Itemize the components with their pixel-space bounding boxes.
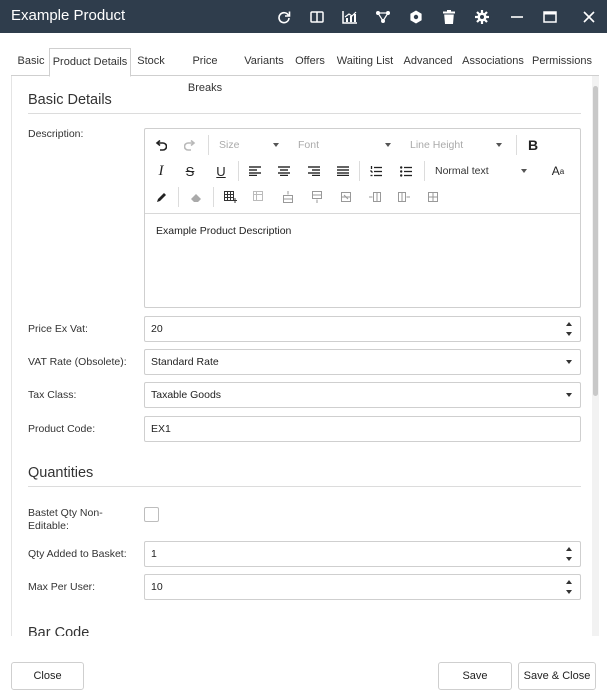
price-label: Price Ex Vat: xyxy=(28,323,88,335)
close-icon[interactable] xyxy=(572,0,605,33)
maximize-icon[interactable] xyxy=(533,0,566,33)
bar-code-heading: Bar Code xyxy=(28,625,90,636)
tax-class-label: Tax Class: xyxy=(28,389,77,401)
bold-icon[interactable]: B xyxy=(522,135,544,155)
basket-qty-label: Bastet Qty Non- Editable: xyxy=(28,507,103,532)
max-per-user-input[interactable]: 10 xyxy=(144,574,581,600)
product-code-input[interactable]: EX1 xyxy=(144,416,581,442)
chevron-down-icon xyxy=(566,590,572,594)
eraser-icon[interactable] xyxy=(185,187,207,207)
settings-icon[interactable] xyxy=(465,0,498,33)
quantities-heading: Quantities xyxy=(28,465,94,481)
title-bar: Example Product xyxy=(0,0,607,33)
chevron-down-icon xyxy=(566,393,572,397)
qty-added-input[interactable]: 1 xyxy=(144,541,581,567)
align-left-icon[interactable] xyxy=(244,161,266,181)
bullet-list-icon[interactable] xyxy=(395,161,417,181)
product-code-label: Product Code: xyxy=(28,423,96,435)
description-label: Description: xyxy=(28,128,84,140)
trash-icon[interactable] xyxy=(432,0,465,33)
row-delete-icon[interactable] xyxy=(335,187,357,207)
tab-stock[interactable]: Stock xyxy=(135,48,167,76)
vat-rate-label: VAT Rate (Obsolete): xyxy=(28,356,127,368)
chevron-down-icon xyxy=(273,143,279,147)
text-case-icon[interactable]: Aa xyxy=(547,161,569,181)
price-stepper[interactable] xyxy=(566,321,574,337)
chevron-down-icon xyxy=(566,557,572,561)
network-icon[interactable] xyxy=(366,0,399,33)
tab-waiting-list[interactable]: Waiting List xyxy=(336,48,394,76)
undo-icon[interactable] xyxy=(150,135,172,155)
chevron-down-icon xyxy=(385,143,391,147)
chevron-up-icon xyxy=(566,547,572,551)
qty-added-label: Qty Added to Basket: xyxy=(28,548,127,560)
save-and-close-button[interactable]: Save & Close xyxy=(518,662,596,690)
row-insert-above-icon[interactable] xyxy=(277,187,299,207)
chevron-down-icon xyxy=(566,360,572,364)
editor-toolbar: Size Font Line Height B I S U Normal tex… xyxy=(145,129,580,214)
align-center-icon[interactable] xyxy=(273,161,295,181)
underline-icon[interactable]: U xyxy=(210,161,232,181)
window-title: Example Product xyxy=(11,7,126,24)
chart-icon[interactable] xyxy=(333,0,366,33)
refresh-icon[interactable] xyxy=(267,0,300,33)
italic-icon[interactable]: I xyxy=(150,161,172,181)
save-button[interactable]: Save xyxy=(438,662,512,690)
tab-variants[interactable]: Variants xyxy=(243,48,285,76)
basket-qty-checkbox[interactable] xyxy=(144,507,159,522)
tab-permissions[interactable]: Permissions xyxy=(532,48,592,76)
column-delete-icon[interactable] xyxy=(422,187,444,207)
column-insert-right-icon[interactable] xyxy=(393,187,415,207)
chevron-down-icon xyxy=(566,332,572,336)
basic-details-heading: Basic Details xyxy=(28,92,112,108)
paragraph-style-select[interactable]: Normal text xyxy=(435,161,527,181)
book-icon[interactable] xyxy=(300,0,333,33)
ordered-list-icon[interactable] xyxy=(365,161,387,181)
price-input[interactable]: 20 xyxy=(144,316,581,342)
hexagon-gear-icon[interactable] xyxy=(399,0,432,33)
strikethrough-icon[interactable]: S xyxy=(179,161,201,181)
content-scrollbar[interactable] xyxy=(592,76,599,636)
redo-icon[interactable] xyxy=(179,135,201,155)
scrollbar-thumb[interactable] xyxy=(593,86,598,396)
max-per-user-stepper[interactable] xyxy=(566,579,574,595)
minimize-icon[interactable] xyxy=(500,0,533,33)
align-right-icon[interactable] xyxy=(303,161,325,181)
product-details-panel: Basic Details Description: Size Font Lin… xyxy=(11,76,592,636)
font-size-select[interactable]: Size xyxy=(219,135,279,155)
insert-table-icon[interactable] xyxy=(219,187,241,207)
chevron-up-icon xyxy=(566,580,572,584)
qty-added-stepper[interactable] xyxy=(566,546,574,562)
vat-rate-select[interactable]: Standard Rate xyxy=(144,349,581,375)
section-divider xyxy=(28,486,581,487)
chevron-down-icon xyxy=(496,143,502,147)
font-family-select[interactable]: Font xyxy=(298,135,391,155)
tab-advanced[interactable]: Advanced xyxy=(403,48,453,76)
tab-offers[interactable]: Offers xyxy=(293,48,327,76)
line-height-select[interactable]: Line Height xyxy=(410,135,502,155)
tab-product-details[interactable]: Product Details xyxy=(49,48,131,77)
chevron-up-icon xyxy=(566,322,572,326)
tax-class-select[interactable]: Taxable Goods xyxy=(144,382,581,408)
table-delete-icon[interactable] xyxy=(248,187,270,207)
pencil-icon[interactable] xyxy=(150,187,172,207)
align-justify-icon[interactable] xyxy=(332,161,354,181)
tab-price-breaks[interactable]: Price Breaks xyxy=(174,48,236,94)
section-divider xyxy=(28,113,581,114)
close-button[interactable]: Close xyxy=(11,662,84,690)
chevron-down-icon xyxy=(521,169,527,173)
description-text[interactable]: Example Product Description xyxy=(156,225,291,237)
max-per-user-label: Max Per User: xyxy=(28,581,96,593)
description-editor[interactable]: Size Font Line Height B I S U Normal tex… xyxy=(144,128,581,308)
column-insert-left-icon[interactable] xyxy=(364,187,386,207)
tab-basic[interactable]: Basic xyxy=(15,48,47,76)
tab-bar: Basic Product Details Stock Price Breaks… xyxy=(11,48,599,94)
row-insert-below-icon[interactable] xyxy=(306,187,328,207)
tab-associations[interactable]: Associations xyxy=(462,48,524,76)
